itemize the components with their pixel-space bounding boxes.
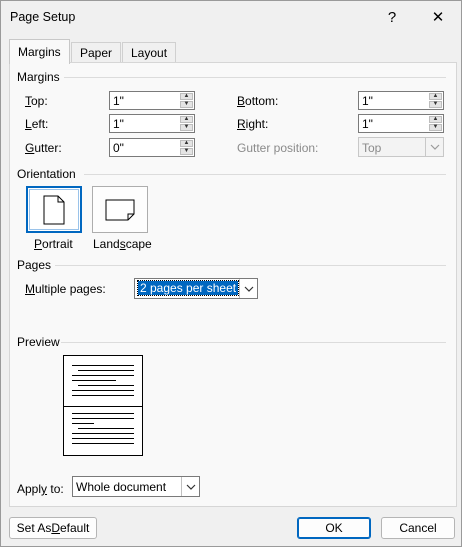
spin-up-icon[interactable]: ▲	[429, 116, 442, 123]
spin-up-icon[interactable]: ▲	[429, 93, 442, 100]
chevron-down-icon	[425, 138, 443, 156]
cancel-button[interactable]: Cancel	[381, 517, 455, 539]
spin-down-icon[interactable]: ▼	[180, 148, 193, 155]
left-margin-spinner[interactable]: 1" ▲ ▼	[109, 114, 195, 133]
portrait-page-icon	[43, 195, 65, 224]
spin-up-icon[interactable]: ▲	[180, 140, 193, 147]
margins-divider	[64, 77, 446, 78]
page-preview	[63, 355, 143, 456]
sheet-divider	[64, 406, 142, 407]
apply-to-label: Apply to:	[17, 482, 64, 496]
portrait-button[interactable]	[26, 186, 82, 233]
spin-down-icon[interactable]: ▼	[429, 124, 442, 131]
landscape-label: Landscape	[93, 237, 152, 251]
ok-button[interactable]: OK	[297, 517, 371, 539]
window-title: Page Setup	[10, 10, 76, 24]
gutter-position-label: Gutter position:	[237, 141, 319, 155]
page-setup-dialog: Page Setup ? ✕ Margins Paper Layout Marg…	[0, 0, 462, 547]
apply-to-select[interactable]: Whole document	[72, 476, 200, 497]
tab-layout[interactable]: Layout	[122, 42, 177, 63]
pages-divider	[55, 265, 446, 266]
right-label: Right:	[237, 117, 269, 131]
help-button[interactable]: ?	[369, 1, 415, 33]
multiple-pages-label: Multiple pages:	[25, 282, 106, 296]
spin-down-icon[interactable]: ▼	[180, 101, 193, 108]
title-bar: Page Setup ? ✕	[1, 1, 461, 33]
preview-section-label: Preview	[17, 335, 60, 349]
orientation-divider	[84, 174, 446, 175]
chevron-down-icon[interactable]	[239, 279, 257, 298]
right-margin-spinner[interactable]: 1" ▲ ▼	[358, 114, 444, 133]
chevron-down-icon[interactable]	[181, 477, 199, 496]
orientation-section-label: Orientation	[17, 167, 76, 181]
preview-divider	[61, 342, 446, 343]
bottom-margin-spinner[interactable]: 1" ▲ ▼	[358, 91, 444, 110]
gutter-position-select: Top	[358, 137, 444, 157]
bottom-label: Bottom:	[237, 94, 279, 108]
margins-section-label: Margins	[17, 70, 60, 84]
spin-down-icon[interactable]: ▼	[180, 124, 193, 131]
set-as-default-button[interactable]: Set As Default	[9, 517, 97, 539]
spin-down-icon[interactable]: ▼	[429, 101, 442, 108]
top-margin-spinner[interactable]: 1" ▲ ▼	[109, 91, 195, 110]
spin-up-icon[interactable]: ▲	[180, 93, 193, 100]
landscape-page-icon	[105, 199, 135, 220]
landscape-button[interactable]	[92, 186, 148, 233]
portrait-label: Portrait	[34, 237, 73, 251]
gutter-label: Gutter:	[25, 141, 62, 155]
pages-section-label: Pages	[17, 258, 52, 272]
spin-up-icon[interactable]: ▲	[180, 116, 193, 123]
close-button[interactable]: ✕	[415, 1, 461, 33]
multiple-pages-select[interactable]: 2 pages per sheet	[134, 278, 258, 299]
tab-paper[interactable]: Paper	[71, 42, 122, 63]
gutter-spinner[interactable]: 0" ▲ ▼	[109, 138, 195, 157]
close-icon: ✕	[431, 9, 445, 26]
left-label: Left:	[25, 117, 49, 131]
tab-margins[interactable]: Margins	[9, 39, 70, 64]
top-label: Top:	[25, 94, 48, 108]
